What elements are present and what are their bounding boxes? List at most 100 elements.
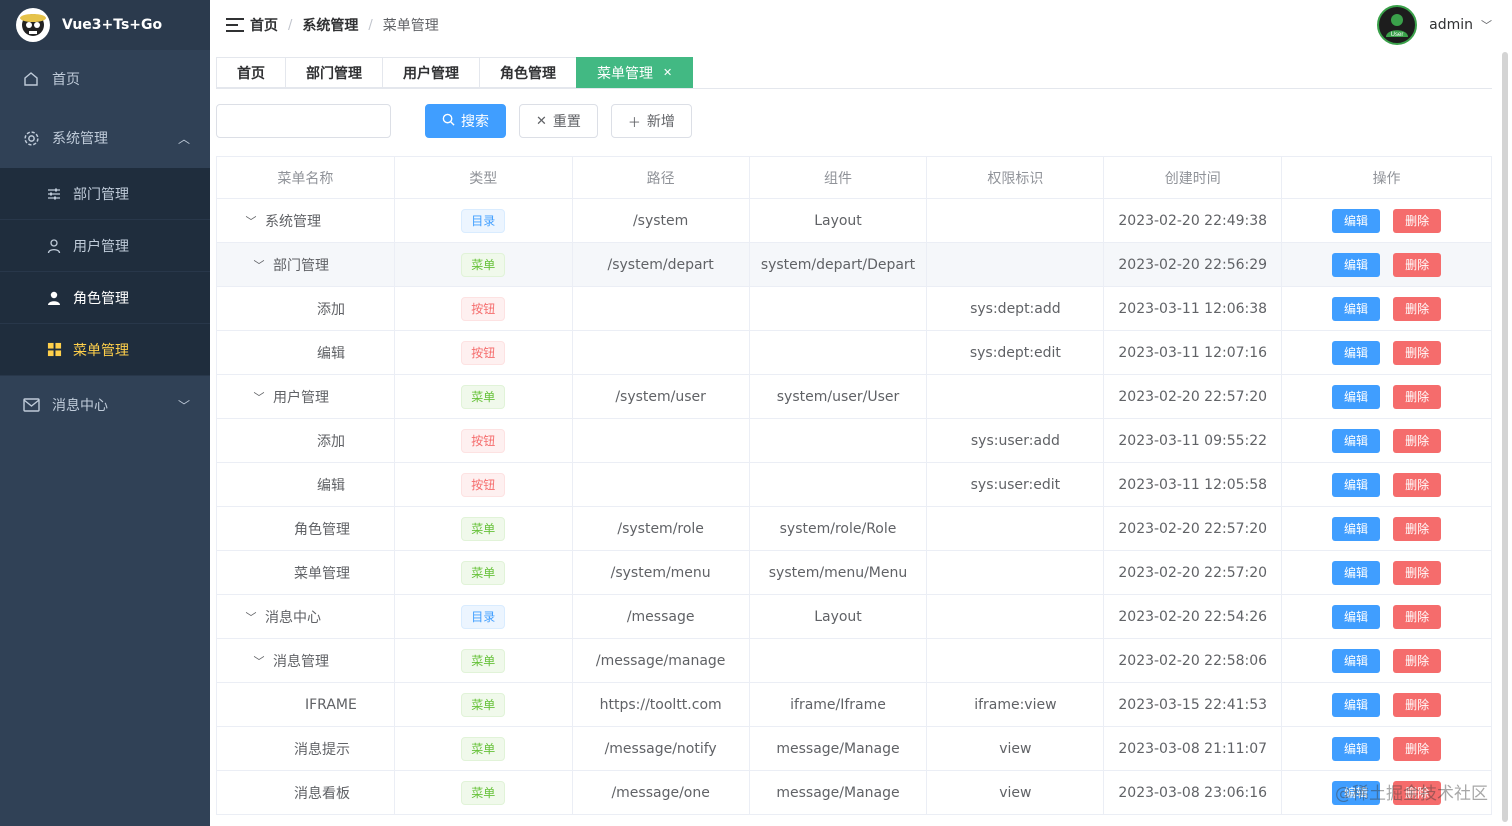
type-cell: 菜单 <box>395 551 573 594</box>
reset-button[interactable]: ✕ 重置 <box>519 104 598 138</box>
chevron-down-icon[interactable]: ﹀ <box>253 257 265 273</box>
sidebar-item-home[interactable]: 首页 <box>0 50 210 108</box>
edit-button[interactable]: 编辑 <box>1332 560 1381 585</box>
delete-button[interactable]: 删除 <box>1393 296 1442 321</box>
sidebar-group-message[interactable]: 消息中心 ﹀ <box>0 376 210 434</box>
user-dropdown[interactable]: User admin ﹀ <box>1377 5 1492 45</box>
component-cell <box>750 639 928 682</box>
sidebar-item-label: 用户管理 <box>73 238 129 255</box>
permission-cell: sys:dept:edit <box>927 331 1105 374</box>
created-time-cell: 2023-02-20 22:57:20 <box>1104 375 1283 418</box>
chevron-down-icon[interactable]: ﹀ <box>245 213 257 229</box>
delete-button[interactable]: 删除 <box>1393 340 1442 365</box>
component-cell: Layout <box>750 199 928 242</box>
table-row: 消息提示 菜单/message/notify message/Manage view 2… <box>217 727 1492 771</box>
created-time-cell: 2023-03-15 22:41:53 <box>1104 683 1283 726</box>
tag-menu[interactable]: 菜单管理 ✕ <box>576 57 694 88</box>
sidebar-item-menu[interactable]: 菜单管理 <box>0 324 210 376</box>
table-row: ﹀ 系统管理 目录/system Layout 2023-02-20 22:49:38 编… <box>217 199 1492 243</box>
edit-button[interactable]: 编辑 <box>1332 736 1381 761</box>
tag-dept[interactable]: 部门管理 <box>285 57 382 88</box>
component-cell <box>750 419 928 462</box>
chevron-up-icon: ︿ <box>177 131 190 146</box>
type-badge: 目录 <box>461 208 506 233</box>
delete-button[interactable]: 删除 <box>1393 208 1442 233</box>
sidebar-item-dept[interactable]: 部门管理 <box>0 168 210 220</box>
permission-cell <box>927 375 1105 418</box>
actions-cell: 编辑 删除 <box>1282 463 1492 506</box>
permission-cell <box>927 639 1105 682</box>
edit-button[interactable]: 编辑 <box>1332 428 1381 453</box>
edit-button[interactable]: 编辑 <box>1332 384 1381 409</box>
edit-button[interactable]: 编辑 <box>1332 648 1381 673</box>
created-time-cell: 2023-03-11 12:05:58 <box>1104 463 1283 506</box>
search-button[interactable]: 搜索 <box>425 104 506 138</box>
edit-button[interactable]: 编辑 <box>1332 516 1381 541</box>
close-icon: ✕ <box>536 113 547 129</box>
add-button[interactable]: ＋ 新增 <box>610 104 692 138</box>
mail-icon <box>22 396 40 414</box>
delete-button[interactable]: 删除 <box>1393 516 1442 541</box>
delete-button[interactable]: 删除 <box>1393 648 1442 673</box>
avatar[interactable]: User <box>1377 5 1418 45</box>
name-cell: 消息看板 <box>217 771 395 814</box>
name-cell: 添加 <box>217 419 395 462</box>
column-header: 权限标识 <box>927 157 1105 198</box>
tag-role[interactable]: 角色管理 <box>479 57 576 88</box>
edit-button[interactable]: 编辑 <box>1332 692 1381 717</box>
edit-button[interactable]: 编辑 <box>1332 472 1381 497</box>
created-time-cell: 2023-03-08 21:11:07 <box>1104 727 1283 770</box>
close-icon[interactable]: ✕ <box>663 66 672 79</box>
hamburger-icon[interactable] <box>226 18 244 32</box>
delete-button[interactable]: 删除 <box>1393 472 1442 497</box>
breadcrumb-home[interactable]: 首页 <box>250 15 278 35</box>
table-body: ﹀ 系统管理 目录/system Layout 2023-02-20 22:49:38 编… <box>217 199 1492 815</box>
table-row: 添加 按钮 sys:dept:add 2023-03-11 12:06:38 编辑 删除 <box>217 287 1492 331</box>
grid-icon <box>46 342 62 358</box>
chevron-down-icon[interactable]: ﹀ <box>245 609 257 625</box>
breadcrumb-system[interactable]: 系统管理 <box>302 15 358 35</box>
menu-table: 菜单名称 类型 路径 组件 权限标识 创建时间 操作 ﹀ 系统管理 目录/syste… <box>216 156 1492 815</box>
delete-button[interactable]: 删除 <box>1393 428 1442 453</box>
type-cell: 目录 <box>395 595 573 638</box>
sidebar-group-system[interactable]: 系统管理 ︿ <box>0 108 210 168</box>
system-submenu: 部门管理 用户管理 角色管理 菜单管理 <box>0 168 210 376</box>
edit-button[interactable]: 编辑 <box>1332 208 1381 233</box>
delete-button[interactable]: 删除 <box>1393 384 1442 409</box>
tag-home[interactable]: 首页 <box>216 57 285 88</box>
logo[interactable]: Vue3+Ts+Go <box>0 0 210 50</box>
delete-button[interactable]: 删除 <box>1393 736 1442 761</box>
sidebar-item-user[interactable]: 用户管理 <box>0 220 210 272</box>
delete-button[interactable]: 删除 <box>1393 604 1442 629</box>
delete-button[interactable]: 删除 <box>1393 692 1442 717</box>
created-time-cell: 2023-03-08 23:06:16 <box>1104 771 1283 814</box>
tag-user[interactable]: 用户管理 <box>382 57 479 88</box>
scrollbar[interactable] <box>1502 52 1508 822</box>
chevron-down-icon[interactable]: ﹀ <box>253 653 265 669</box>
sidebar-item-label: 系统管理 <box>52 131 108 147</box>
actions-cell: 编辑 删除 <box>1282 551 1492 594</box>
actions-cell: 编辑 删除 <box>1282 727 1492 770</box>
edit-button[interactable]: 编辑 <box>1332 252 1381 277</box>
menu-name: 消息看板 <box>294 785 350 802</box>
delete-button[interactable]: 删除 <box>1393 560 1442 585</box>
user-filled-icon <box>46 290 62 306</box>
edit-button[interactable]: 编辑 <box>1332 604 1381 629</box>
permission-cell <box>927 595 1105 638</box>
menu-name: IFRAME <box>305 696 357 713</box>
permission-cell <box>927 243 1105 286</box>
name-cell: ﹀ 用户管理 <box>217 375 395 418</box>
delete-button[interactable]: 删除 <box>1393 252 1442 277</box>
edit-button[interactable]: 编辑 <box>1332 296 1381 321</box>
type-badge: 菜单 <box>461 736 506 761</box>
path-cell <box>573 331 750 374</box>
search-input[interactable] <box>216 104 391 138</box>
edit-button[interactable]: 编辑 <box>1332 340 1381 365</box>
sidebar-item-role[interactable]: 角色管理 <box>0 272 210 324</box>
table-row: 编辑 按钮 sys:user:edit 2023-03-11 12:05:58 编辑 删除 <box>217 463 1492 507</box>
sliders-icon <box>46 186 62 202</box>
chevron-down-icon[interactable]: ﹀ <box>253 389 265 405</box>
permission-cell: view <box>927 727 1105 770</box>
type-cell: 按钮 <box>395 419 573 462</box>
component-cell: message/Manage <box>750 727 928 770</box>
